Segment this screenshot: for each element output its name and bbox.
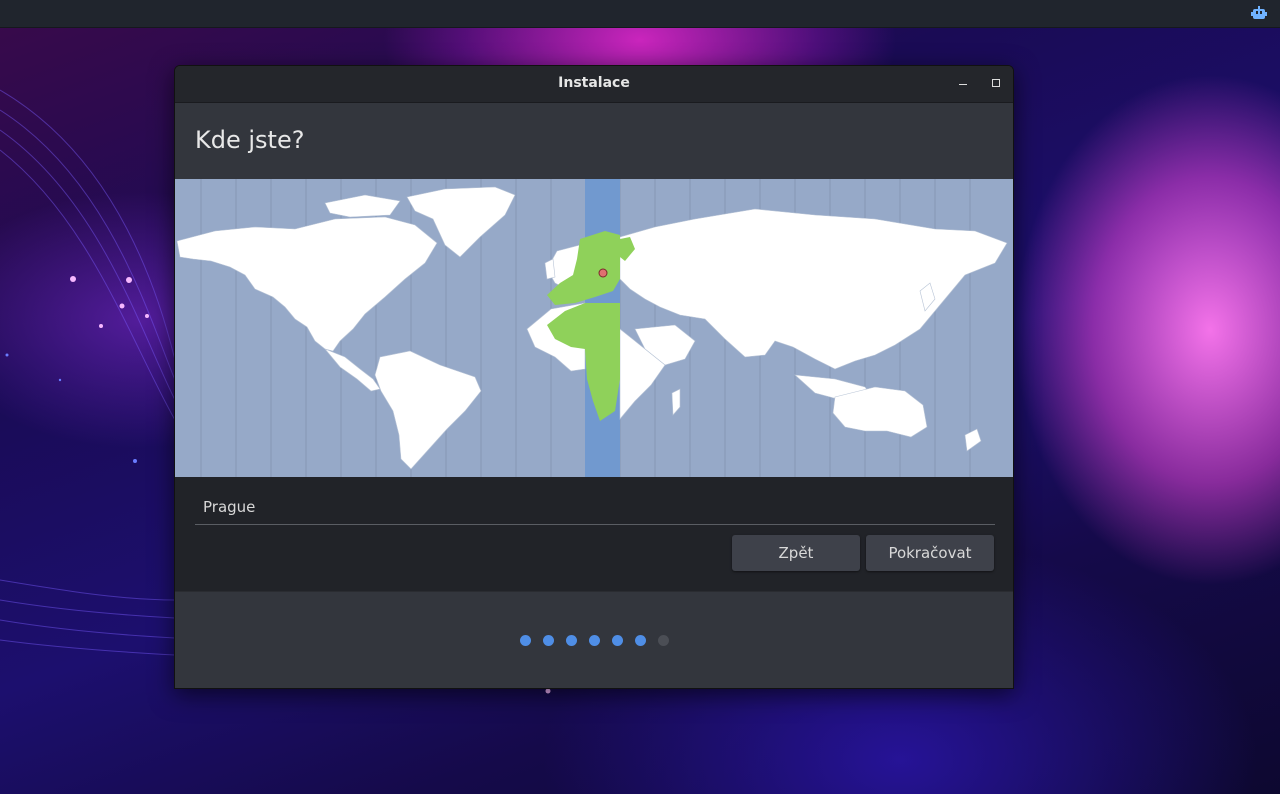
progress-step (589, 635, 600, 646)
installer-window: Instalace Kde jste? Prague Zpět Pokračov… (174, 65, 1014, 689)
title-bar[interactable]: Instalace (175, 66, 1013, 103)
back-button[interactable]: Zpět (732, 535, 860, 571)
timezone-input[interactable] (195, 489, 995, 525)
continue-button[interactable]: Pokračovat (866, 535, 994, 571)
page-title: Kde jste? (195, 126, 305, 154)
timezone-map[interactable] (175, 179, 1014, 477)
progress-step (543, 635, 554, 646)
minimize-button[interactable] (955, 74, 973, 92)
minimize-icon (959, 84, 967, 85)
progress-step (658, 635, 669, 646)
timezone-panel: Zpět Pokračovat (175, 477, 1013, 591)
progress-step (635, 635, 646, 646)
maximize-button[interactable] (988, 74, 1006, 92)
progress-step (520, 635, 531, 646)
window-title: Instalace (558, 75, 630, 91)
maximize-icon (992, 79, 1000, 87)
location-pin-icon (598, 268, 608, 278)
progress-step (566, 635, 577, 646)
progress-step (612, 635, 623, 646)
top-panel (0, 0, 1280, 28)
network-robot-icon[interactable] (1250, 5, 1268, 21)
progress-footer (175, 591, 1013, 688)
